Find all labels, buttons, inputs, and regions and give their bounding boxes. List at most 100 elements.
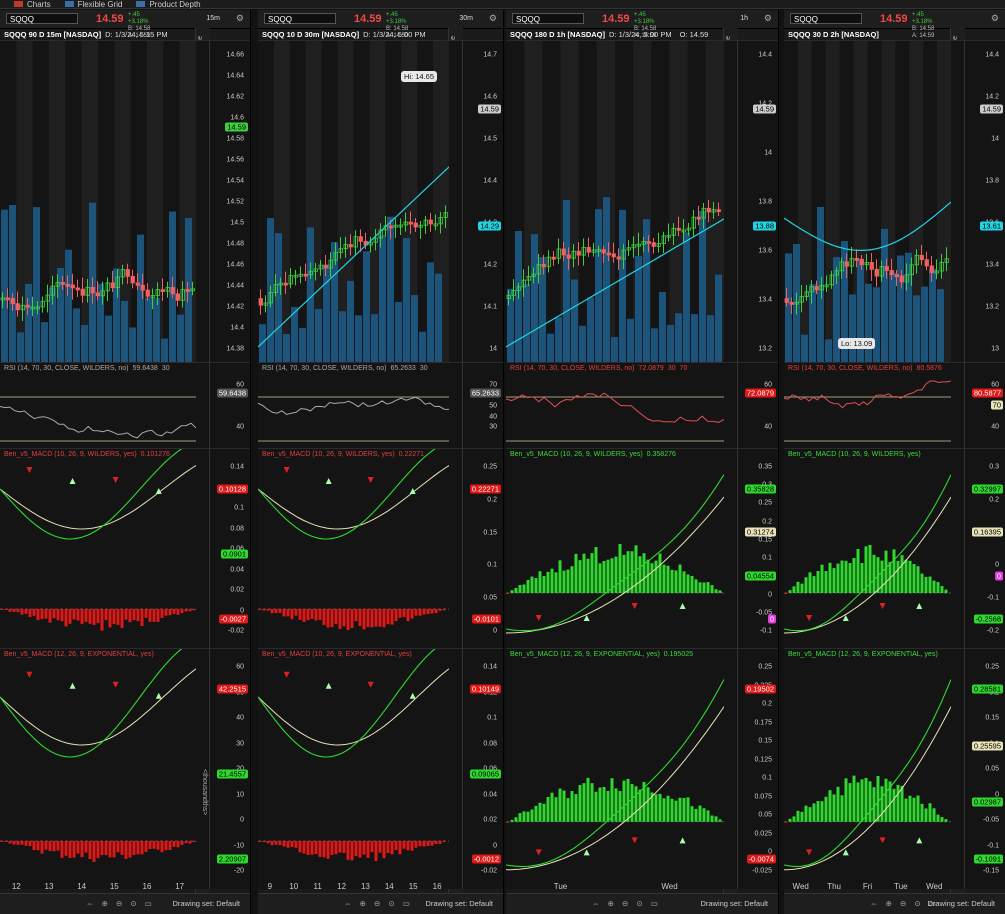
gear-icon[interactable]: ⚙ — [236, 13, 244, 24]
axis-tick: 0.1 — [762, 554, 772, 562]
tab-charts[interactable]: Charts — [14, 0, 51, 9]
symbol-input[interactable]: SQQQ — [512, 13, 584, 24]
gear-icon[interactable]: ⚙ — [991, 13, 999, 24]
axis-tick: -0.1 — [759, 627, 772, 635]
histogram-bar — [402, 841, 406, 849]
histogram-bar — [812, 576, 816, 593]
candle-body — [706, 207, 711, 213]
zoom-tools[interactable]: ⇔ ⊕ ⊖ ⊙ ▭ — [344, 899, 413, 908]
bid-ask-value: +3.18% — [634, 19, 655, 25]
candle-body — [869, 262, 874, 270]
histogram-bar — [590, 553, 594, 593]
histogram-bar — [940, 586, 944, 593]
volume-bar — [929, 268, 936, 363]
drawing-set[interactable]: Drawing set: Default — [172, 899, 240, 908]
value-label: 0.09065 — [469, 769, 501, 779]
rsi-value-label: 72.0879 — [744, 388, 776, 398]
value-label: 42.2515 — [216, 684, 248, 694]
histogram-bar — [530, 576, 534, 593]
symbol-input[interactable]: SQQQ — [790, 13, 862, 24]
histogram-bar — [96, 609, 100, 624]
histogram-bar — [28, 841, 32, 847]
axis-tick: 14 — [991, 135, 999, 143]
axis-tick: 14.6 — [483, 93, 497, 101]
value-label: 0.31274 — [744, 527, 776, 537]
histogram-bar — [168, 841, 172, 850]
axis-tick: 14.4 — [758, 51, 772, 59]
tab-flexible-grid[interactable]: Flexible Grid — [64, 0, 122, 9]
axis-tick: 14.56 — [226, 156, 244, 164]
drawing-set[interactable]: Drawing set: Default — [927, 899, 995, 908]
volume-bar — [41, 322, 48, 363]
histogram-bar — [928, 576, 932, 593]
sell-arrow-icon — [806, 615, 813, 621]
histogram-bar — [164, 841, 168, 851]
axis-tick: 0.35 — [758, 463, 772, 471]
histogram-bar — [136, 841, 140, 855]
timeframe-selector[interactable]: 15m — [206, 15, 220, 22]
sell-arrow-icon — [112, 681, 119, 688]
histogram-bar — [116, 609, 120, 625]
volume-bar — [259, 324, 266, 363]
histogram-bar — [32, 609, 36, 616]
macd-line — [0, 449, 183, 540]
histogram-bar — [678, 797, 682, 822]
histogram-bar — [318, 609, 322, 620]
axis-tick: 14.46 — [226, 261, 244, 269]
tab-product-depth[interactable]: Product Depth — [136, 0, 201, 9]
axis-tick: 14.52 — [226, 198, 244, 206]
gear-icon[interactable]: ⚙ — [489, 13, 497, 24]
symbol-input[interactable]: SQQQ — [264, 13, 336, 24]
gear-icon[interactable]: ⚙ — [764, 13, 772, 24]
axis-tick: 40 — [764, 423, 772, 431]
zoom-tools[interactable]: ⇔ ⊕ ⊖ ⊙ ▭ — [592, 899, 661, 908]
macd-exponential-study-name: Ben_v5_MACD (10, 26, 9, EXPONENTIAL, yes… — [262, 651, 412, 658]
chart-panel-3: SQQQ 14.59 +.45 +3.18% B: 14.58 A: 14.59 1h ⚙ SQ… — [506, 10, 779, 914]
axis-tick: 0.15 — [985, 714, 999, 722]
histogram-bar — [650, 563, 654, 593]
rsi-line — [258, 396, 449, 415]
histogram-bar — [60, 841, 64, 858]
macd-wilders-study-name: Ben_v5_MACD (10, 26, 9, WILDERS, yes) — [510, 451, 643, 458]
rsi-name: RSI (14, 70, 30, CLOSE, WILDERS, no) — [510, 365, 635, 372]
histogram-bar — [510, 819, 514, 822]
histogram-bar — [140, 609, 144, 627]
histogram-bar — [176, 841, 180, 848]
histogram-bar — [294, 609, 298, 616]
candle-body — [185, 289, 190, 292]
zoom-tools[interactable]: ⇔ ⊕ ⊖ ⊙ ▭ — [86, 899, 155, 908]
value-label: 14.59 — [980, 104, 1003, 114]
histogram-bar — [670, 569, 674, 593]
histogram-bar — [698, 582, 702, 593]
timeframe-selector[interactable]: 1h — [740, 15, 748, 22]
histogram-bar — [36, 841, 40, 851]
drawing-set[interactable]: Drawing set: Default — [425, 899, 493, 908]
value-label: 0.10128 — [216, 484, 248, 494]
candle-body — [874, 268, 879, 277]
histogram-bar — [706, 810, 710, 822]
volume-bar — [347, 280, 354, 363]
volume-bar — [65, 249, 72, 363]
histogram-bar — [302, 609, 306, 622]
histogram-bar — [662, 798, 666, 822]
histogram-bar — [334, 841, 338, 855]
histogram-bar — [666, 565, 670, 593]
drawing-set[interactable]: Drawing set: Default — [700, 899, 768, 908]
timeframe-selector[interactable]: 30m — [459, 15, 473, 22]
histogram-bar — [860, 563, 864, 593]
histogram-bar — [848, 563, 852, 593]
candle-body — [884, 266, 889, 271]
histogram-bar — [354, 609, 358, 622]
chart-footer: ⇔ ⊕ ⊖ ⊙ ▭ Drawing set: Default — [506, 893, 778, 914]
histogram-bar — [374, 609, 378, 627]
histogram-bar — [654, 794, 658, 822]
histogram-bar — [594, 547, 598, 593]
histogram-bar — [358, 609, 362, 627]
macd-wilders-study-value: 0.101276 — [140, 451, 170, 458]
symbol-input[interactable]: SQQQ — [6, 13, 78, 24]
macd-wilders-study-title: Ben_v5_MACD (10, 26, 9, WILDERS, yes) 0.2… — [262, 451, 424, 458]
histogram-bar — [590, 783, 594, 822]
chart-panel-1: SQQQ 14.59 +.45 +3.18% B: 14.58 A: 14.59 15m ⚙ S… — [0, 10, 251, 914]
sell-arrow-icon — [367, 681, 374, 688]
histogram-bar — [160, 609, 164, 618]
